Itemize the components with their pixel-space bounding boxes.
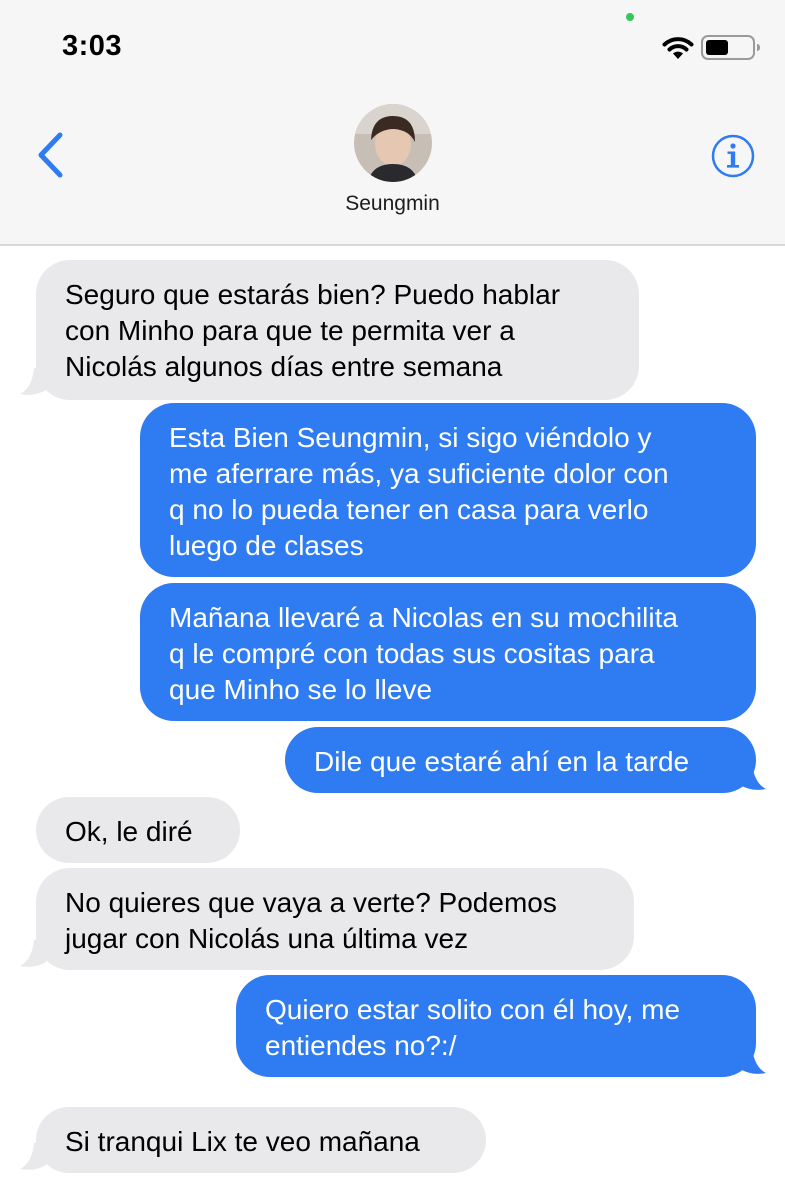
- bubble-tail: [20, 1141, 46, 1170]
- bubble-tail: [740, 761, 766, 790]
- bubble-tail: [20, 938, 46, 967]
- bubble-tail: [20, 366, 46, 395]
- info-icon[interactable]: [710, 133, 756, 179]
- message-thread: Seguro que estarás bien? Puedo hablar co…: [0, 246, 785, 1200]
- message-line: luego de clases: [169, 530, 364, 561]
- contact-avatar[interactable]: [354, 104, 432, 182]
- message-line: q no lo pueda tener en casa para verlo: [169, 494, 649, 525]
- message-bubble-outgoing[interactable]: Esta Bien Seungmin, si sigo viéndolo y m…: [140, 403, 756, 577]
- message-line: jugar con Nicolás una última vez: [65, 923, 469, 954]
- back-button[interactable]: [30, 130, 70, 180]
- conversation-header: 3:03 Seungmin: [0, 0, 785, 246]
- message-bubble-incoming[interactable]: Si tranqui Lix te veo mañana: [36, 1107, 486, 1173]
- message-line: me aferrare más, ya suficiente dolor con: [169, 458, 669, 489]
- message-line: No quieres que vaya a verte? Podemos: [65, 887, 557, 918]
- privacy-indicator-dot: [626, 13, 634, 21]
- message-line: Si tranqui Lix te veo mañana: [65, 1126, 420, 1157]
- message-line: Mañana llevaré a Nicolas en su mochilita: [169, 602, 678, 633]
- message-line: que Minho se lo lleve: [169, 674, 433, 705]
- message-bubble-outgoing[interactable]: Mañana llevaré a Nicolas en su mochilita…: [140, 583, 756, 721]
- contact-name: Seungmin: [345, 192, 440, 215]
- message-bubble-incoming[interactable]: No quieres que vaya a verte? Podemos jug…: [36, 868, 634, 970]
- message-line: entiendes no?:/: [265, 1030, 457, 1061]
- message-bubble-incoming[interactable]: Seguro que estarás bien? Puedo hablar co…: [36, 260, 639, 400]
- battery-icon: [701, 35, 760, 60]
- message-line: Dile que estaré ahí en la tarde: [314, 746, 690, 777]
- message-bubble-outgoing[interactable]: Quiero estar solito con él hoy, me entie…: [236, 975, 756, 1077]
- message-line: Esta Bien Seungmin, si sigo viéndolo y: [169, 422, 652, 453]
- message-line: Nicolás algunos días entre semana: [65, 351, 503, 382]
- message-line: q le compré con todas sus cositas para: [169, 638, 655, 669]
- avatar-photo: [354, 104, 432, 182]
- message-line: Seguro que estarás bien? Puedo hablar: [65, 279, 561, 310]
- message-bubble-incoming[interactable]: Ok, le diré: [36, 797, 240, 863]
- message-bubble-outgoing[interactable]: Dile que estaré ahí en la tarde: [285, 727, 756, 793]
- message-line: Ok, le diré: [65, 816, 193, 847]
- bubble-tail: [740, 1045, 766, 1074]
- messages-screen: 3:03 Seungmin Seguro que estarás bien? P…: [0, 0, 785, 1200]
- wifi-icon: [662, 37, 694, 59]
- message-line: con Minho para que te permita ver a: [65, 315, 515, 346]
- message-line: Quiero estar solito con él hoy, me: [265, 994, 681, 1025]
- status-time: 3:03: [62, 30, 123, 62]
